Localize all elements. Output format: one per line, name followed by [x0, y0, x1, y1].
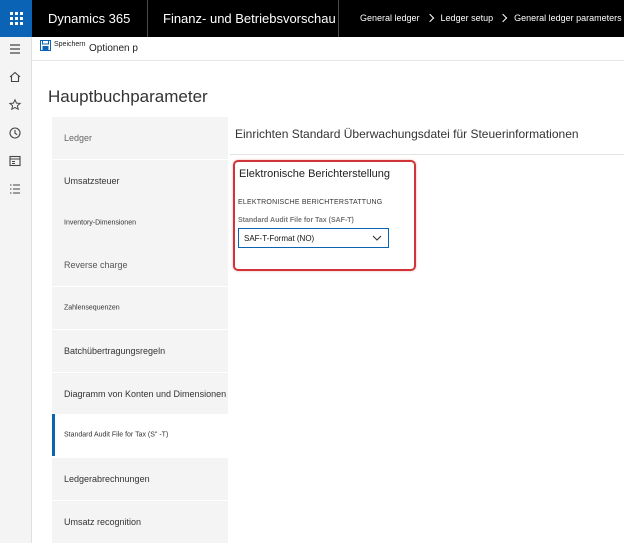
page-title: Hauptbuchparameter: [48, 87, 208, 106]
divider: [338, 0, 339, 37]
navigation-rail: [0, 37, 32, 543]
divider: [147, 0, 148, 37]
home-icon[interactable]: [8, 70, 22, 84]
tab-revenue-recognition[interactable]: Umsatz recognition: [52, 501, 228, 543]
tab-label: Inventory-Dimensionen: [64, 219, 136, 227]
app-launcher-icon[interactable]: [0, 0, 32, 37]
tab-label: Batchübertragungsregeln: [64, 346, 166, 356]
section-title: Einrichten Standard Überwachungsdatei fü…: [235, 127, 579, 141]
hamburger-icon[interactable]: [8, 42, 22, 56]
tab-reverse-charge[interactable]: Reverse charge: [52, 244, 228, 286]
tab-label: Standard Audit File for Tax (S" -T): [64, 431, 169, 439]
workspace-icon[interactable]: [8, 154, 22, 168]
tab-sales-tax[interactable]: Umsatzsteuer: [52, 160, 228, 202]
breadcrumb: General ledger Ledger setup General ledg…: [360, 13, 622, 23]
tab-ledger-settlements[interactable]: Ledgerabrechnungen: [52, 458, 228, 500]
module-title: Finanz- und Betriebsvorschau: [163, 11, 336, 26]
tab-number-sequences[interactable]: Zahlensequenzen: [52, 287, 228, 329]
save-icon: [40, 40, 51, 51]
tab-label: Ledgerabrechnungen: [64, 474, 150, 484]
chevron-right-icon: [425, 13, 434, 23]
tab-label: Umsatzsteuer: [64, 176, 120, 186]
breadcrumb-item[interactable]: Ledger setup: [441, 13, 494, 23]
tab-ledger[interactable]: Ledger: [52, 117, 228, 159]
tab-batch-transfer-rules[interactable]: Batchübertragungsregeln: [52, 330, 228, 372]
tab-label: Diagramm von Konten und Dimensionen: [64, 389, 227, 399]
top-nav-bar: Dynamics 365 Finanz- und Betriebsvorscha…: [0, 0, 624, 37]
save-button[interactable]: Speichern: [40, 40, 86, 51]
tab-label: Ledger: [64, 133, 93, 143]
save-label: Speichern: [54, 41, 86, 48]
tab-label: Umsatz recognition: [64, 517, 142, 527]
clock-icon[interactable]: [8, 126, 22, 140]
brand-title[interactable]: Dynamics 365: [48, 11, 130, 26]
tab-inventory-dimensions[interactable]: Inventory-Dimensionen: [52, 202, 228, 244]
chevron-right-icon: [498, 13, 508, 23]
star-icon[interactable]: [8, 98, 22, 112]
action-pane: Speichern Optionen p: [32, 37, 624, 61]
list-icon[interactable]: [8, 182, 22, 196]
breadcrumb-item[interactable]: General ledger parameters: [514, 13, 622, 23]
tab-chart-of-accounts[interactable]: Diagramm von Konten und Dimensionen: [52, 373, 228, 415]
tab-label: Zahlensequenzen: [64, 304, 120, 312]
tab-label: Reverse charge: [64, 260, 128, 270]
tab-saf-t[interactable]: Standard Audit File for Tax (S" -T): [52, 414, 228, 456]
highlight-box: [233, 160, 416, 271]
divider: [230, 154, 624, 155]
breadcrumb-item[interactable]: General ledger: [360, 13, 420, 23]
options-button[interactable]: Optionen p: [89, 43, 138, 54]
